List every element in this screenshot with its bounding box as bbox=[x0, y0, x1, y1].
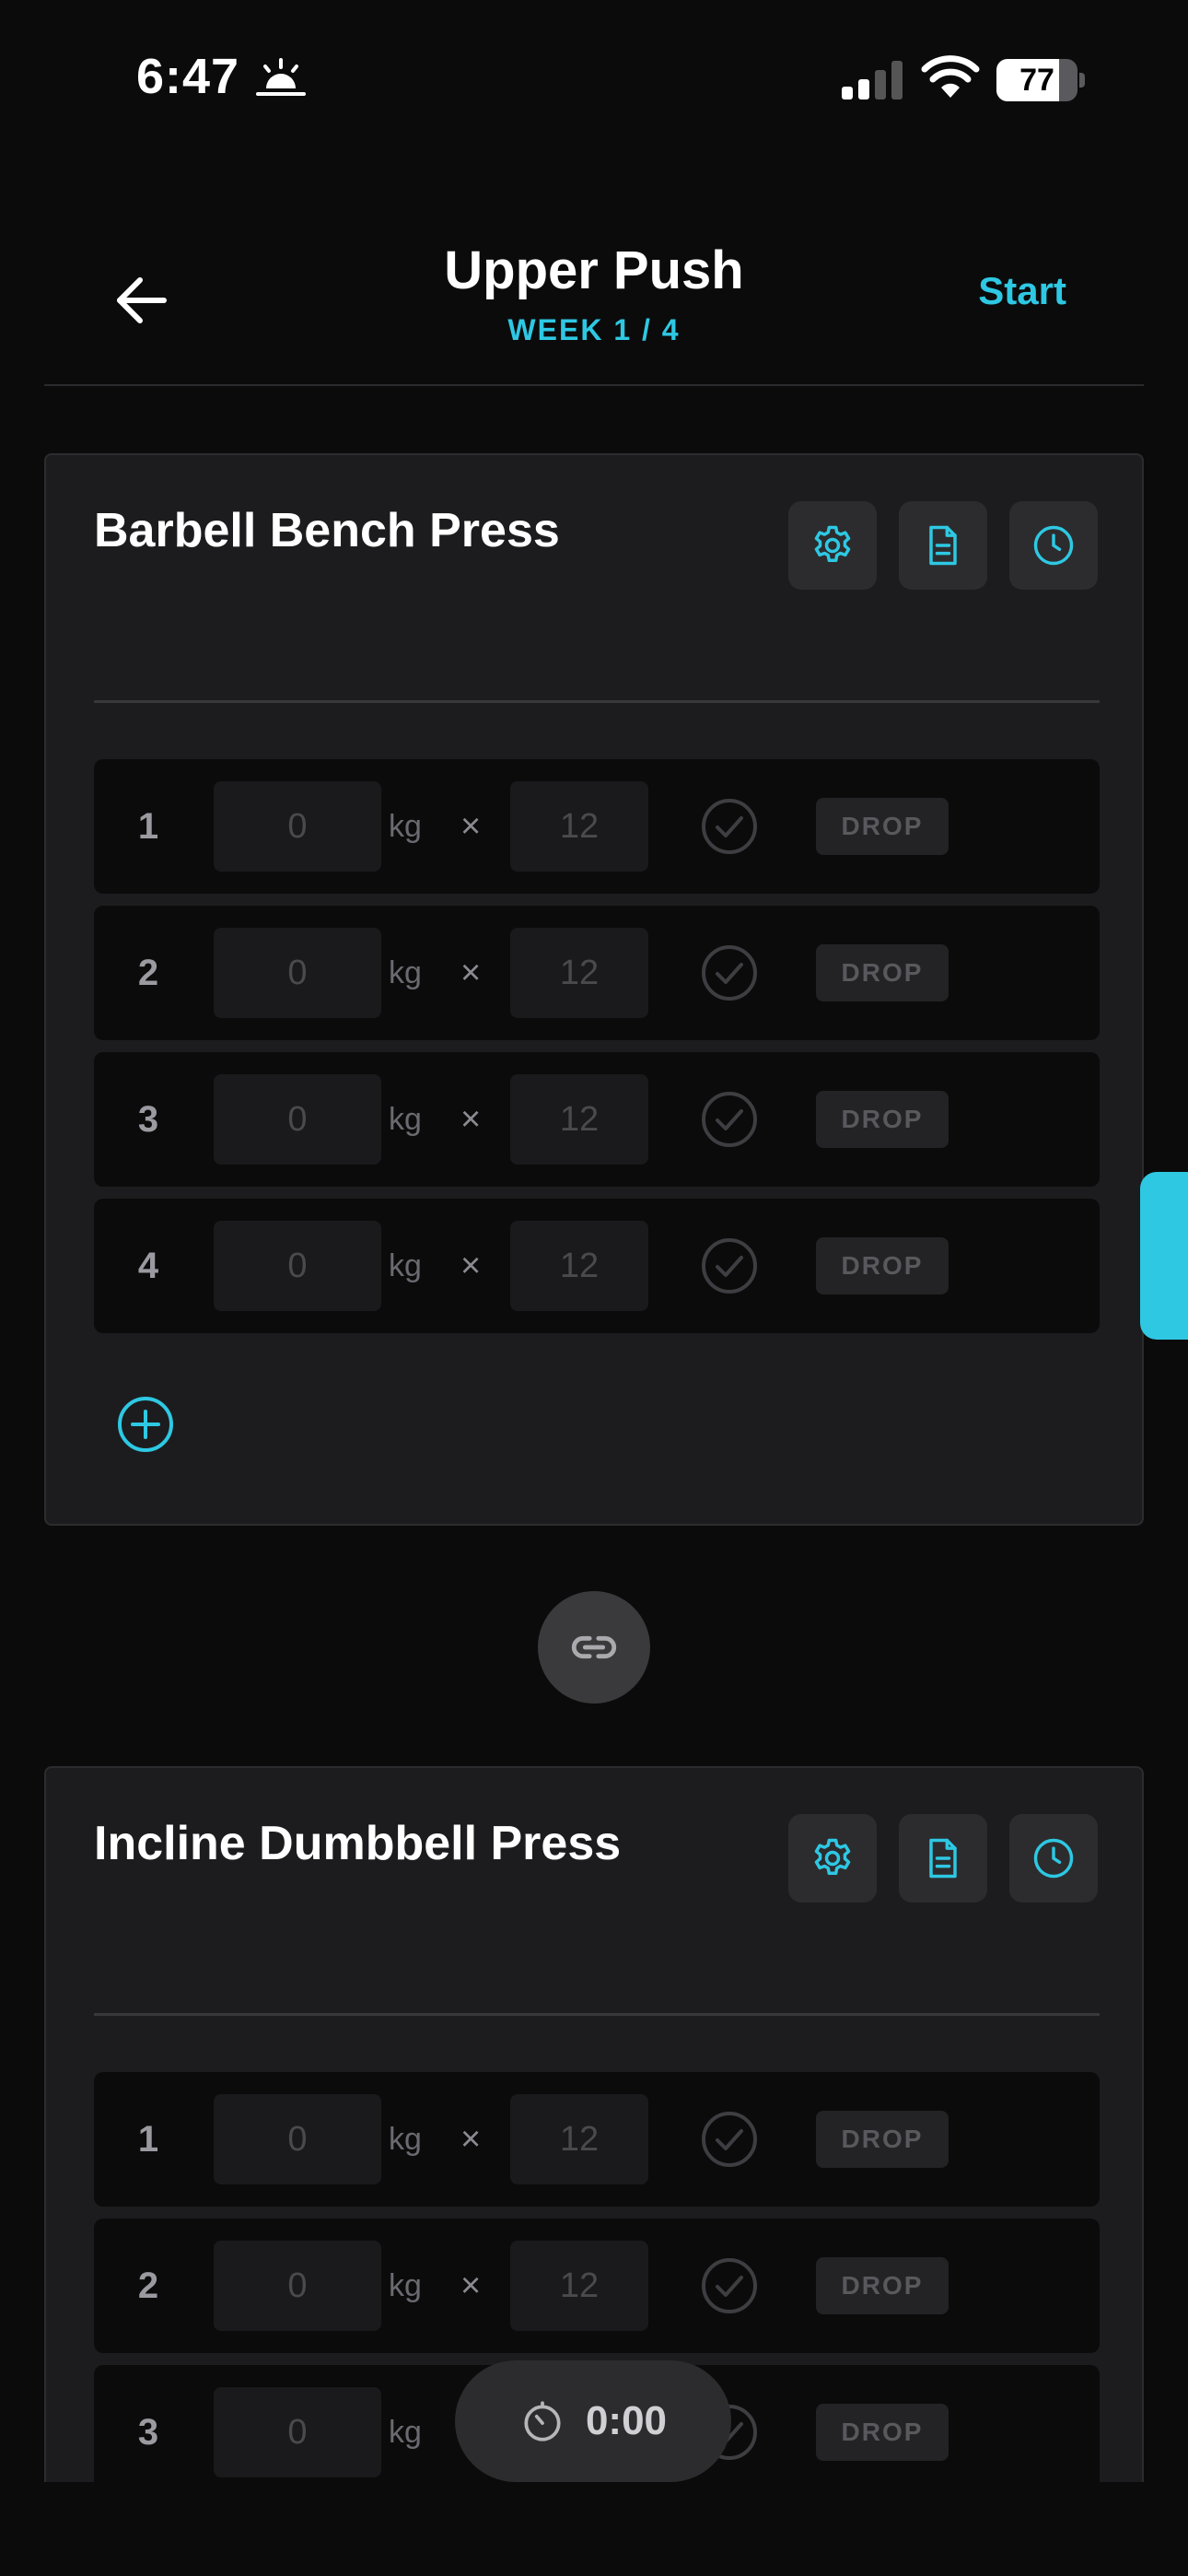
weight-input[interactable]: 0 bbox=[214, 928, 381, 1018]
reps-input[interactable]: 12 bbox=[510, 2094, 648, 2184]
reps-input[interactable]: 12 bbox=[510, 1221, 648, 1311]
check-circle-icon[interactable] bbox=[700, 1236, 759, 1295]
exercise-notes-button[interactable] bbox=[899, 501, 987, 590]
header-divider bbox=[44, 384, 1144, 386]
battery-body: 77 bbox=[996, 59, 1077, 101]
unit-label: kg bbox=[389, 2122, 422, 2157]
set-row: 2 0 kg × 12 DROP bbox=[94, 2219, 1100, 2353]
exercise-notes-button[interactable] bbox=[899, 1814, 987, 1903]
plus-circle-icon bbox=[118, 1397, 173, 1452]
superset-link-button[interactable] bbox=[538, 1591, 650, 1704]
set-number: 2 bbox=[137, 2266, 159, 2306]
set-row: 1 0 kg × 12 DROP bbox=[94, 759, 1100, 894]
unit-label: kg bbox=[389, 2415, 422, 2450]
unit-label: kg bbox=[389, 955, 422, 990]
document-icon bbox=[929, 1838, 957, 1879]
drop-set-button[interactable]: DROP bbox=[816, 1237, 949, 1294]
check-circle-icon[interactable] bbox=[700, 2256, 759, 2315]
drop-set-button[interactable]: DROP bbox=[816, 798, 949, 855]
exercise-settings-button[interactable] bbox=[788, 1814, 877, 1903]
unit-label: kg bbox=[389, 1102, 422, 1137]
check-circle-icon[interactable] bbox=[700, 1090, 759, 1149]
weight-input[interactable]: 0 bbox=[214, 2387, 381, 2477]
reps-input[interactable]: 12 bbox=[510, 1074, 648, 1165]
set-row: 1 0 kg × 12 DROP bbox=[94, 2072, 1100, 2207]
week-indicator: WEEK 1 / 4 bbox=[507, 313, 681, 346]
gear-icon bbox=[814, 525, 851, 562]
set-row: 4 0 kg × 12 DROP bbox=[94, 1199, 1100, 1333]
set-number: 3 bbox=[137, 1099, 159, 1140]
status-time: 6:47 bbox=[136, 49, 240, 104]
clock-icon bbox=[1033, 1838, 1074, 1879]
set-row: 3 0 kg × 12 DROP bbox=[94, 1052, 1100, 1187]
weight-input[interactable]: 0 bbox=[214, 781, 381, 872]
clock-icon bbox=[1033, 525, 1074, 566]
battery-indicator: 77 bbox=[996, 59, 1085, 101]
signal-icon bbox=[842, 61, 903, 100]
wifi-icon bbox=[921, 55, 980, 98]
weight-input[interactable]: 0 bbox=[214, 1074, 381, 1165]
unit-label: kg bbox=[389, 809, 422, 844]
drop-set-button[interactable]: DROP bbox=[816, 2111, 949, 2168]
drop-set-button[interactable]: DROP bbox=[816, 1091, 949, 1148]
header: Upper Push WEEK 1 / 4 Start bbox=[0, 212, 1188, 387]
exercise-card: Barbell Bench Press 1 0 kg × 12 DROP 2 0 bbox=[44, 453, 1144, 1526]
times-symbol: × bbox=[460, 2266, 482, 2305]
timer-value: 0:00 bbox=[585, 2398, 668, 2443]
sunrise-icon bbox=[256, 58, 306, 96]
battery-cap bbox=[1079, 73, 1085, 88]
side-drawer-handle[interactable] bbox=[1140, 1172, 1188, 1340]
drop-set-button[interactable]: DROP bbox=[816, 2257, 949, 2314]
times-symbol: × bbox=[460, 807, 482, 846]
set-number: 2 bbox=[137, 953, 159, 993]
times-symbol: × bbox=[460, 1247, 482, 1285]
reps-input[interactable]: 12 bbox=[510, 928, 648, 1018]
reps-input[interactable]: 12 bbox=[510, 781, 648, 872]
set-number: 1 bbox=[137, 806, 159, 847]
set-row: 2 0 kg × 12 DROP bbox=[94, 906, 1100, 1040]
unit-label: kg bbox=[389, 1248, 422, 1283]
add-set-button[interactable] bbox=[116, 1395, 175, 1454]
set-number: 4 bbox=[137, 1246, 159, 1286]
document-icon bbox=[929, 525, 957, 566]
times-symbol: × bbox=[460, 2120, 482, 2159]
check-circle-icon[interactable] bbox=[700, 2110, 759, 2169]
gear-icon bbox=[814, 1838, 851, 1875]
rest-timer-button[interactable]: 0:00 bbox=[455, 2360, 731, 2482]
drop-set-button[interactable]: DROP bbox=[816, 944, 949, 1001]
card-divider bbox=[94, 700, 1100, 703]
check-circle-icon[interactable] bbox=[700, 797, 759, 856]
times-symbol: × bbox=[460, 954, 482, 992]
exercise-title: Incline Dumbbell Press bbox=[94, 1817, 622, 1870]
drop-set-button[interactable]: DROP bbox=[816, 2404, 949, 2461]
weight-input[interactable]: 0 bbox=[214, 1221, 381, 1311]
battery-level: 77 bbox=[1019, 63, 1054, 98]
bottom-area bbox=[0, 2482, 1188, 2576]
exercise-settings-button[interactable] bbox=[788, 501, 877, 590]
card-divider bbox=[94, 2013, 1100, 2016]
exercise-history-button[interactable] bbox=[1009, 501, 1098, 590]
weight-input[interactable]: 0 bbox=[214, 2241, 381, 2331]
status-bar: 6:47 77 bbox=[0, 0, 1188, 157]
link-icon bbox=[571, 1635, 617, 1659]
set-number: 3 bbox=[137, 2412, 159, 2453]
stopwatch-icon bbox=[524, 2401, 561, 2441]
set-number: 1 bbox=[137, 2119, 159, 2160]
exercise-history-button[interactable] bbox=[1009, 1814, 1098, 1903]
times-symbol: × bbox=[460, 1100, 482, 1139]
reps-input[interactable]: 12 bbox=[510, 2241, 648, 2331]
exercise-title: Barbell Bench Press bbox=[94, 504, 560, 557]
weight-input[interactable]: 0 bbox=[214, 2094, 381, 2184]
unit-label: kg bbox=[389, 2268, 422, 2303]
check-circle-icon[interactable] bbox=[700, 943, 759, 1002]
start-button[interactable]: Start bbox=[978, 269, 1066, 313]
